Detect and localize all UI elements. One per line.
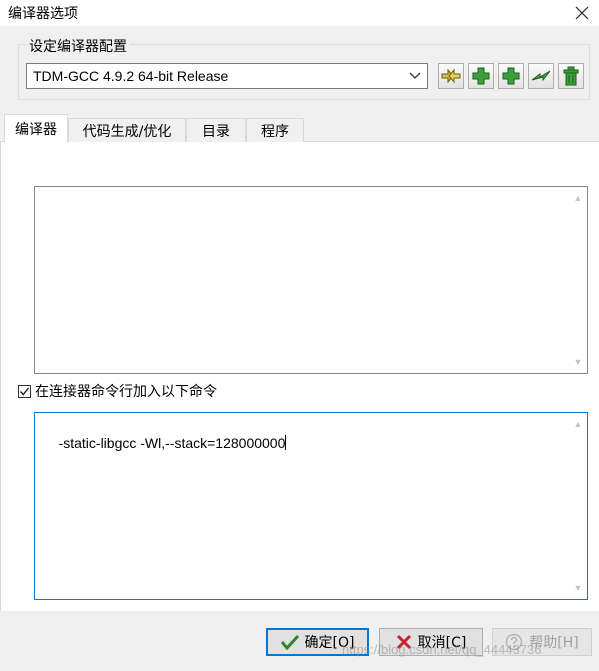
linker-commands-checkbox-label: 在连接器命令行加入以下命令 [35, 384, 217, 400]
scroll-up-icon[interactable]: ▲ [569, 415, 587, 433]
ok-button-label: 确定[O] [304, 635, 355, 651]
add-config-button[interactable] [468, 63, 494, 89]
scroll-down-icon[interactable]: ▼ [569, 579, 587, 597]
add-config-button-2[interactable] [498, 63, 524, 89]
rename-config-button[interactable] [438, 63, 464, 89]
compiler-commands-textarea[interactable]: ▲ ▼ [34, 186, 588, 374]
copy-config-button[interactable] [528, 63, 554, 89]
add-icon [472, 67, 490, 85]
compiler-options-dialog: 编译器选项 设定编译器配置 TDM-GCC 4.9.2 64-bit Relea… [0, 0, 599, 671]
ok-button[interactable]: 确定[O] [266, 628, 369, 656]
text-caret [285, 435, 287, 450]
linker-commands-checkbox-row[interactable]: 在连接器命令行加入以下命令 [18, 382, 217, 400]
cancel-button-label: 取消[C] [417, 635, 467, 651]
help-icon [505, 633, 523, 651]
add-icon [502, 67, 520, 85]
vertical-scrollbar[interactable]: ▲ ▼ [569, 413, 587, 599]
cancel-button[interactable]: 取消[C] [379, 628, 483, 656]
checkmark-icon [280, 634, 299, 650]
checkmark-icon [19, 387, 30, 396]
window-title: 编译器选项 [8, 6, 78, 22]
vertical-scrollbar[interactable]: ▲ ▼ [569, 187, 587, 373]
tab-compiler-label: 编译器 [15, 121, 57, 138]
delete-config-button[interactable] [558, 63, 584, 89]
close-button[interactable] [565, 0, 599, 26]
copy-icon [531, 70, 551, 82]
tab-programs-label: 程序 [261, 123, 289, 140]
tab-programs[interactable]: 程序 [246, 118, 304, 142]
tab-directories[interactable]: 目录 [186, 118, 246, 142]
scroll-down-icon[interactable]: ▼ [569, 353, 587, 371]
close-icon [575, 6, 589, 20]
linker-commands-text: -static-libgcc -Wl,--stack=128000000 [58, 435, 286, 451]
tab-codegen-optimize[interactable]: 代码生成/优化 [68, 118, 186, 142]
tab-directories-label: 目录 [202, 123, 230, 140]
help-button[interactable]: 帮助[H] [492, 628, 592, 656]
chevron-down-icon [407, 66, 423, 86]
title-bar: 编译器选项 [0, 0, 599, 26]
linker-commands-checkbox[interactable] [18, 384, 31, 398]
cancel-x-icon [396, 634, 412, 650]
tab-compiler[interactable]: 编译器 [4, 114, 68, 142]
linker-commands-textarea[interactable]: -static-libgcc -Wl,--stack=128000000 ▲ ▼ [34, 412, 588, 600]
rename-icon [441, 68, 461, 84]
compiler-config-group-title: 设定编译器配置 [26, 36, 130, 56]
scroll-up-icon[interactable]: ▲ [569, 189, 587, 207]
delete-icon [563, 66, 579, 86]
compiler-config-select[interactable]: TDM-GCC 4.9.2 64-bit Release [26, 63, 428, 89]
help-button-label: 帮助[H] [529, 635, 579, 651]
tab-codegen-optimize-label: 代码生成/优化 [82, 123, 172, 140]
compiler-config-selected-value: TDM-GCC 4.9.2 64-bit Release [33, 68, 229, 84]
